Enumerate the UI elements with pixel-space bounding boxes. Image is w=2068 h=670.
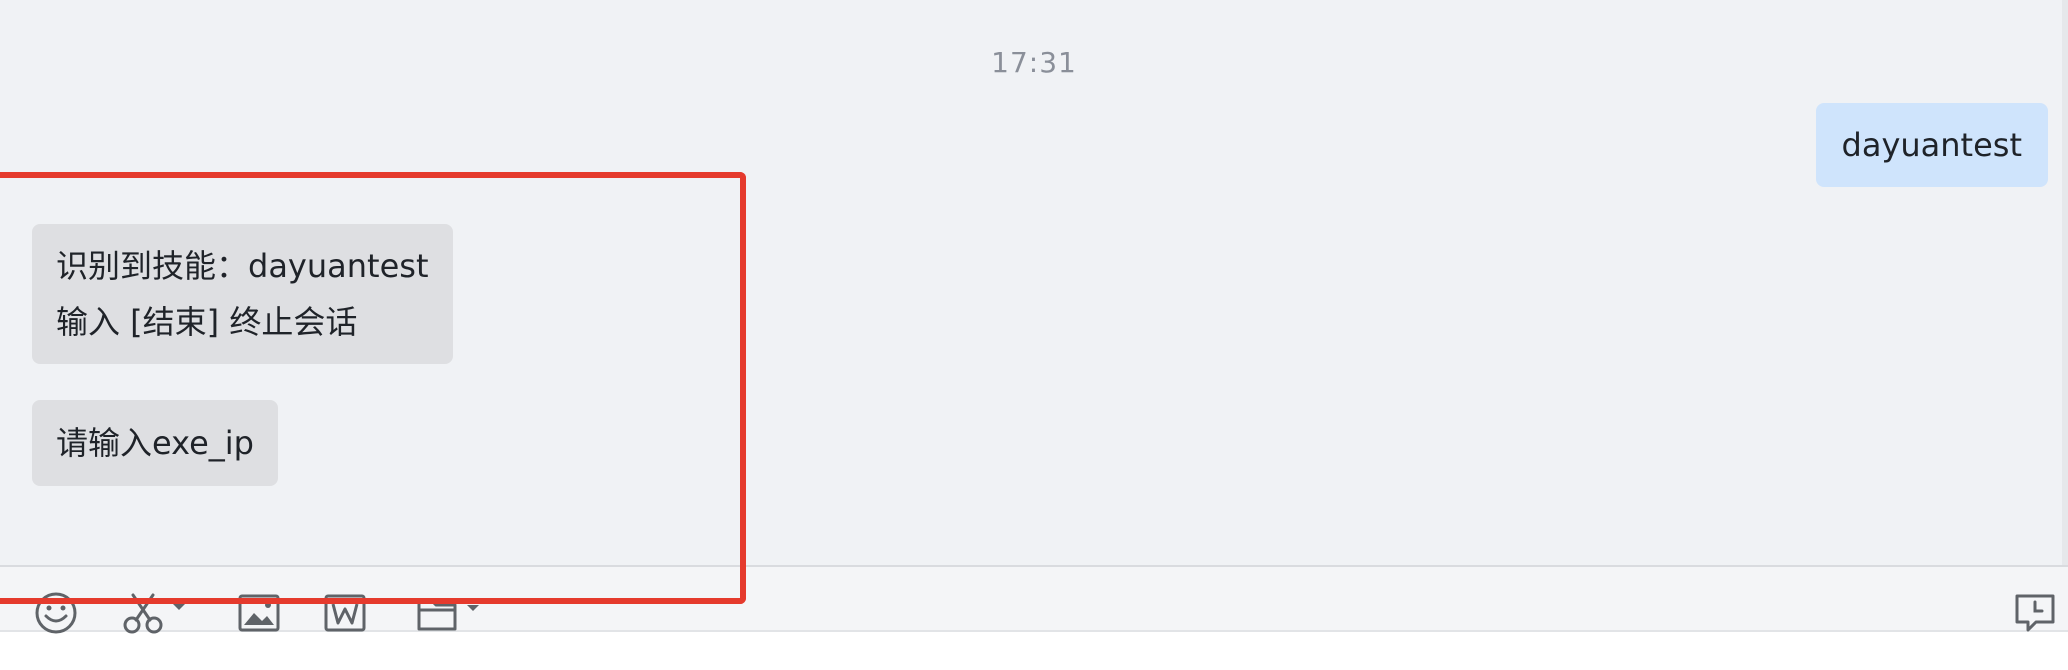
outgoing-message-bubble[interactable]: dayuantest (1815, 103, 2048, 187)
chat-history-icon (2015, 594, 2055, 632)
toolbar-bottom-border (0, 630, 2068, 632)
folder-icon (417, 599, 457, 631)
incoming-message-bubble-skill[interactable]: 识别到技能：dayuantest 输入 [结束] 终止会话 (32, 224, 453, 364)
message-timestamp: 17:31 (991, 46, 1077, 79)
skill-recognized-text: 识别到技能：dayuantest (56, 247, 429, 285)
chevron-down-icon (173, 604, 185, 610)
screenshot-scissors-icon (123, 593, 163, 634)
chat-message-area[interactable]: 17:31 dayuantest 识别到技能：dayuantest 输入 [结束… (0, 0, 2068, 565)
word-document-icon (324, 594, 366, 632)
input-toolbar (0, 567, 2068, 630)
screenshot-button[interactable] (122, 588, 188, 638)
image-icon (238, 594, 280, 632)
chat-history-button[interactable] (2014, 588, 2056, 638)
send-image-button[interactable] (238, 588, 280, 638)
send-document-button[interactable] (324, 588, 366, 638)
end-session-hint-text: 输入 [结束] 终止会话 (56, 303, 358, 341)
chat-scrollbar[interactable] (2062, 0, 2068, 565)
chevron-down-icon (467, 605, 479, 611)
emoji-icon (35, 592, 77, 634)
send-file-button[interactable] (416, 588, 482, 638)
incoming-message-bubble-prompt[interactable]: 请输入exe_ip (32, 400, 278, 486)
emoji-button[interactable] (34, 588, 78, 638)
